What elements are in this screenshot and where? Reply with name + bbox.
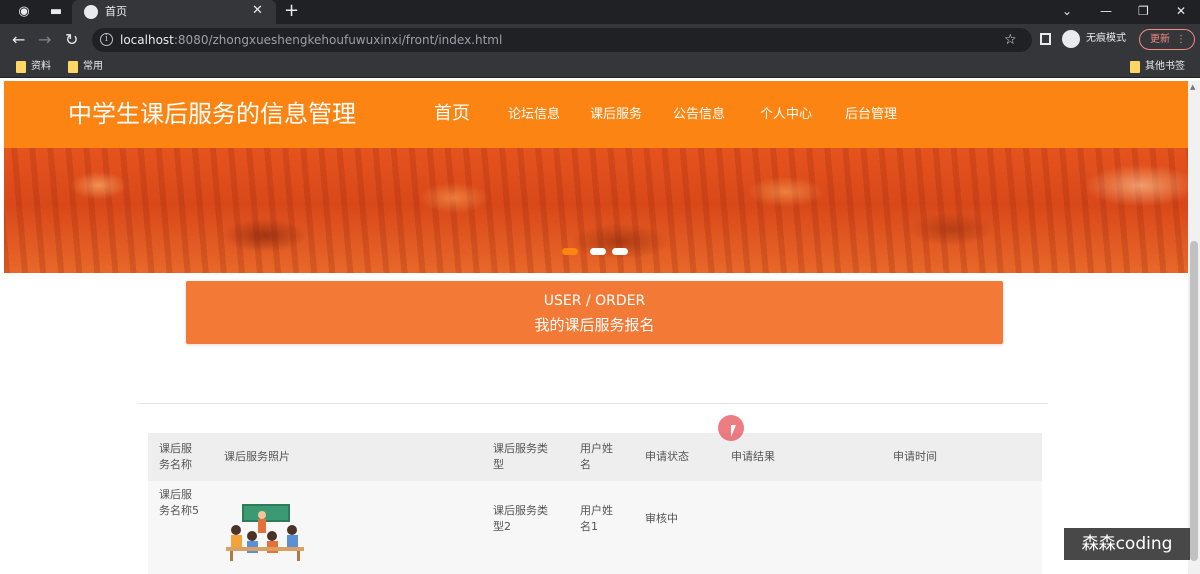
side-panel-icon[interactable]	[1040, 33, 1051, 45]
bookmark-folder[interactable]: 资料	[16, 60, 51, 74]
browser-toolbar: ← → ↻ i localhost:8080/zhongxueshengkeho…	[0, 24, 1200, 56]
classroom-illustration	[226, 504, 304, 561]
site-title: 中学生课后服务的信息管理	[68, 100, 356, 128]
address-bar[interactable]: i localhost:8080/zhongxueshengkehoufuwux…	[92, 28, 1032, 52]
restore-icon[interactable]: ❐	[1138, 2, 1149, 20]
back-icon[interactable]: ←	[12, 30, 25, 50]
other-bookmarks-folder[interactable]: 其他书签	[1130, 60, 1185, 74]
section-header: USER / ORDER 我的课后服务报名	[186, 281, 1003, 344]
tab-title: 首页	[105, 5, 127, 18]
bookmark-folder[interactable]: 常用	[68, 60, 103, 74]
close-window-icon[interactable]: ✕	[1176, 2, 1186, 20]
site-info-icon[interactable]: i	[100, 33, 113, 46]
column-header: 申请状态	[645, 450, 689, 463]
section-title-cn: 我的课后服务报名	[534, 316, 655, 334]
page-viewport: 中学生课后服务的信息管理 首页 论坛信息 课后服务 公告信息 个人中心 后台管理…	[4, 81, 1188, 574]
table-row[interactable]: 课后服务名称5 课后服务类型2 用户姓名1 审核中	[148, 481, 1042, 574]
scroll-thumb[interactable]	[1190, 241, 1198, 561]
user-name-cell: 用户姓名1	[580, 504, 613, 533]
nav-forum[interactable]: 论坛信息	[508, 106, 560, 124]
table-header: 课后服务名称 课后服务照片 课后服务类型 用户姓名 申请状态 申请结果 申请时间	[148, 433, 1042, 481]
column-header: 课后服务照片	[224, 450, 290, 463]
column-header: 申请结果	[731, 450, 775, 463]
bookmarks-bar: 资料 常用 其他书签	[0, 56, 1200, 78]
column-header: 申请时间	[893, 450, 937, 463]
forward-icon[interactable]: →	[38, 30, 51, 50]
close-tab-icon[interactable]: ✕	[252, 3, 263, 19]
carousel-dot[interactable]	[562, 248, 578, 255]
nav-admin[interactable]: 后台管理	[845, 106, 897, 124]
hero-carousel	[4, 148, 1188, 273]
section-title-en: USER / ORDER	[543, 293, 646, 309]
watermark: 森森coding	[1064, 528, 1190, 560]
reload-icon[interactable]: ↻	[65, 30, 78, 50]
browser-tab-bar: ◉ ▬ 首页 ✕ + ⌄ — ❐ ✕	[0, 0, 1200, 24]
more-menu-icon[interactable]: ⋮	[1176, 30, 1186, 49]
divider	[138, 403, 1048, 404]
column-header: 课后服务类型	[493, 442, 548, 471]
browser-tab-active[interactable]: 首页 ✕	[72, 0, 276, 24]
globe-icon	[84, 5, 98, 19]
browser-menu-icon[interactable]: ◉	[16, 4, 32, 20]
tab-list-icon[interactable]: ▬	[48, 4, 64, 20]
nav-announcements[interactable]: 公告信息	[673, 106, 725, 124]
carousel-dot[interactable]	[612, 248, 628, 255]
tab-search-icon[interactable]: ⌄	[1062, 2, 1072, 20]
status-cell: 审核中	[645, 512, 678, 525]
column-header: 课后服务名称	[159, 442, 192, 471]
update-button[interactable]: 更新 ⋮	[1139, 29, 1195, 50]
service-name-cell: 课后服务名称5	[159, 488, 199, 517]
service-type-cell: 课后服务类型2	[493, 504, 548, 533]
incognito-label: 无痕模式	[1086, 33, 1126, 44]
mouse-cursor-icon	[731, 425, 741, 437]
new-tab-icon[interactable]: +	[284, 1, 299, 21]
bookmark-star-icon[interactable]: ☆	[1004, 31, 1017, 49]
url-text[interactable]: localhost:8080/zhongxueshengkehoufuwuxin…	[120, 32, 502, 48]
carousel-dot[interactable]	[590, 248, 606, 255]
order-table: 课后服务名称 课后服务照片 课后服务类型 用户姓名 申请状态 申请结果 申请时间…	[148, 433, 1042, 574]
nav-home[interactable]: 首页	[434, 102, 470, 126]
incognito-icon	[1062, 30, 1080, 48]
minimize-icon[interactable]: —	[1100, 2, 1112, 20]
site-header: 中学生课后服务的信息管理 首页 论坛信息 课后服务 公告信息 个人中心 后台管理	[4, 81, 1188, 148]
scroll-up-arrow-icon[interactable]: ▲	[1190, 83, 1195, 91]
nav-personal-center[interactable]: 个人中心	[760, 106, 812, 124]
page-scrollbar[interactable]: ▲	[1188, 81, 1200, 574]
nav-after-school-service[interactable]: 课后服务	[590, 106, 642, 124]
column-header: 用户姓名	[580, 442, 613, 471]
